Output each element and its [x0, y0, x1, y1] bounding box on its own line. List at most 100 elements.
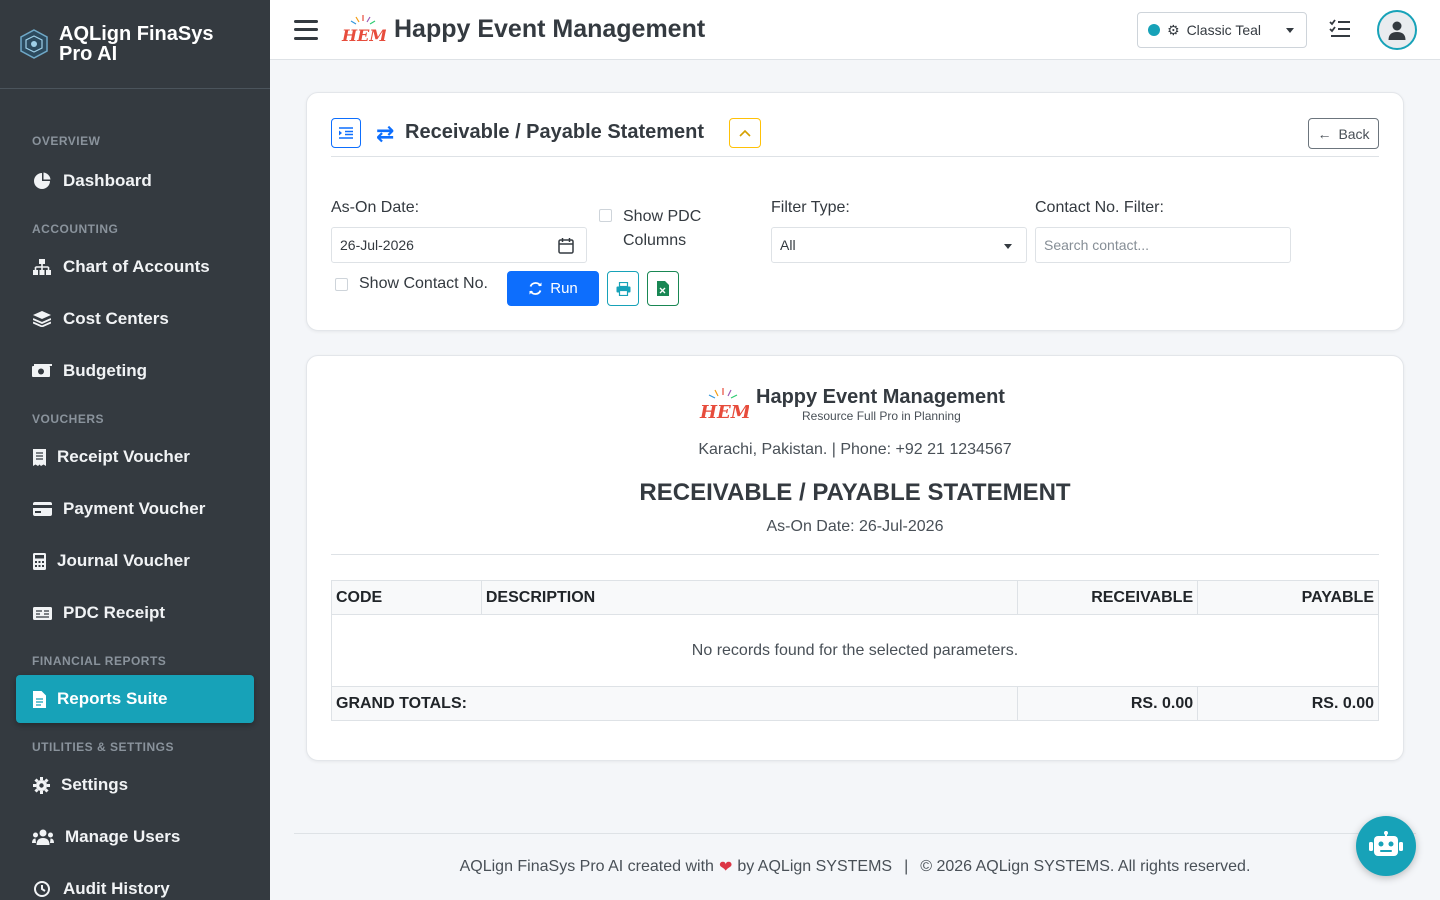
sidebar-item-label: Payment Voucher: [63, 499, 206, 518]
indent-icon: [339, 127, 353, 139]
chevron-up-icon: [739, 129, 751, 137]
filter-card-title: Receivable / Payable Statement: [405, 121, 705, 143]
column-header-receivable: RECEIVABLE: [1017, 580, 1199, 615]
sidebar-item-manage-users[interactable]: Manage Users: [16, 813, 254, 861]
printer-icon: [616, 281, 630, 296]
sidebar-item-label: Audit History: [63, 879, 170, 898]
filter-card: ⇄ Receivable / Payable Statement ← Back …: [306, 92, 1404, 331]
calendar-icon[interactable]: [558, 237, 574, 254]
sidebar-item-cost-centers[interactable]: Cost Centers: [16, 295, 254, 343]
svg-text:HEM: HEM: [341, 26, 386, 45]
sidebar-item-dashboard[interactable]: Dashboard: [16, 157, 254, 205]
nav-section-accounting: ACCOUNTING: [32, 222, 119, 236]
nav-section-utilities: UTILITIES & SETTINGS: [32, 740, 175, 754]
money-icon: [32, 361, 52, 381]
sidebar-item-receipt-voucher[interactable]: Receipt Voucher: [16, 433, 254, 481]
filter-type-label: Filter Type:: [771, 199, 850, 216]
show-pdc-label: Show PDC Columns: [623, 208, 702, 249]
sidebar-item-audit-history[interactable]: Audit History: [16, 865, 254, 900]
footer-credit-2: by AQLign SYSTEMS: [737, 858, 893, 875]
cheque-icon: [32, 603, 52, 623]
report-company-logo-icon: HEM: [699, 388, 749, 423]
column-header-payable: PAYABLE: [1197, 580, 1379, 615]
user-icon: [1388, 21, 1406, 40]
sidebar-item-label: Settings: [61, 775, 129, 794]
nav-section-vouchers: VOUCHERS: [32, 412, 105, 426]
run-button-label: Run: [550, 280, 578, 297]
sidebar-brand[interactable]: AQLign FinaSys Pro AI: [0, 0, 270, 89]
statement-table: CODE DESCRIPTION RECEIVABLE PAYABLE No r…: [330, 580, 1379, 721]
report-address: Karachi, Pakistan. | Phone: +92 21 12345…: [698, 441, 1012, 458]
report-date-line: As-On Date: 26-Jul-2026: [766, 518, 944, 535]
sidebar: AQLign FinaSys Pro AI OVERVIEW Dashboard…: [0, 0, 270, 900]
menu-toggle-icon[interactable]: [294, 19, 318, 40]
heart-icon: ❤: [718, 859, 733, 876]
receipt-icon: [32, 447, 46, 467]
totals-row: GRAND TOTALS: RS. 0.00 RS. 0.00: [330, 686, 1379, 721]
as-on-date-value: 26-Jul-2026: [340, 237, 414, 253]
sidebar-item-journal-voucher[interactable]: Journal Voucher: [16, 537, 254, 585]
nav-section-overview: OVERVIEW: [32, 134, 101, 148]
footer-credit-1: AQLign FinaSys Pro AI created with: [459, 858, 714, 875]
report-card: HEM Happy Event Management Resource Full…: [306, 355, 1404, 761]
back-button[interactable]: ← Back: [1308, 118, 1379, 149]
chevron-down-icon: [1004, 244, 1012, 249]
footer-copyright: © 2026 AQLign SYSTEMS. All rights reserv…: [920, 858, 1251, 875]
empty-message: No records found for the selected parame…: [331, 614, 1379, 687]
filter-type-select[interactable]: All: [771, 227, 1027, 263]
column-header-description: DESCRIPTION: [480, 580, 1019, 615]
table-header-row: CODE DESCRIPTION RECEIVABLE PAYABLE: [331, 580, 1379, 615]
sidebar-item-label: Journal Voucher: [57, 551, 190, 570]
brand-name: AQLign FinaSys Pro AI: [59, 23, 214, 65]
theme-select[interactable]: ⚙ Classic Teal: [1137, 12, 1307, 48]
report-title: RECEIVABLE / PAYABLE STATEMENT: [639, 479, 1071, 506]
theme-select-value: Classic Teal: [1186, 22, 1261, 38]
layers-icon: [32, 309, 52, 329]
sidebar-item-label: Receipt Voucher: [57, 447, 190, 466]
column-header-code: CODE: [331, 580, 482, 615]
footer-separator: |: [904, 858, 909, 875]
show-pdc-checkbox[interactable]: [599, 209, 612, 222]
collapse-button[interactable]: [729, 118, 761, 148]
toggle-sidebar-button[interactable]: [331, 118, 361, 148]
contact-filter-label: Contact No. Filter:: [1035, 199, 1164, 216]
brand-logo-icon: [20, 29, 48, 59]
task-list-icon[interactable]: [1328, 17, 1352, 41]
export-excel-button[interactable]: [647, 271, 679, 306]
user-avatar[interactable]: [1377, 10, 1417, 50]
history-icon: [32, 879, 52, 899]
pie-chart-icon: [32, 171, 52, 191]
sidebar-item-payment-voucher[interactable]: Payment Voucher: [16, 485, 254, 533]
top-header: HEM Happy Event Management ⚙ Classic Tea…: [270, 0, 1440, 60]
report-company-name: Happy Event Management: [756, 386, 1005, 408]
sidebar-item-settings[interactable]: Settings: [16, 761, 254, 809]
contact-search-input[interactable]: Search contact...: [1035, 227, 1291, 263]
file-report-icon: [32, 689, 46, 709]
contact-search-placeholder: Search contact...: [1044, 237, 1150, 253]
gear-icon: [32, 775, 50, 795]
chatbot-button[interactable]: [1356, 816, 1416, 876]
sidebar-item-reports-suite[interactable]: Reports Suite: [16, 675, 254, 723]
credit-card-icon: [32, 499, 52, 519]
as-on-date-input[interactable]: 26-Jul-2026: [331, 227, 587, 263]
sidebar-item-chart-of-accounts[interactable]: Chart of Accounts: [16, 243, 254, 291]
page-footer: AQLign FinaSys Pro AI created with ❤ by …: [294, 833, 1416, 900]
sidebar-item-label: Chart of Accounts: [63, 257, 210, 276]
show-contact-checkbox[interactable]: [335, 278, 348, 291]
print-button[interactable]: [607, 271, 639, 306]
filter-card-header: ⇄ Receivable / Payable Statement ← Back: [331, 117, 1379, 157]
refresh-icon: [529, 282, 542, 295]
sidebar-item-budgeting[interactable]: Budgeting: [16, 347, 254, 395]
chevron-down-icon: [1286, 28, 1294, 33]
exchange-arrows-icon: ⇄: [376, 121, 395, 146]
palette-gear-icon: ⚙: [1167, 21, 1180, 38]
sitemap-icon: [32, 257, 52, 277]
robot-icon: [1369, 831, 1403, 856]
run-button[interactable]: Run: [507, 271, 599, 306]
sidebar-item-label: Budgeting: [63, 361, 148, 380]
show-contact-label: Show Contact No.: [359, 275, 488, 292]
sidebar-item-pdc-receipt[interactable]: PDC Receipt: [16, 589, 254, 637]
as-on-date-label: As-On Date:: [331, 199, 420, 216]
total-receivable: RS. 0.00: [1017, 686, 1199, 721]
grand-totals-label: GRAND TOTALS:: [330, 686, 1019, 721]
